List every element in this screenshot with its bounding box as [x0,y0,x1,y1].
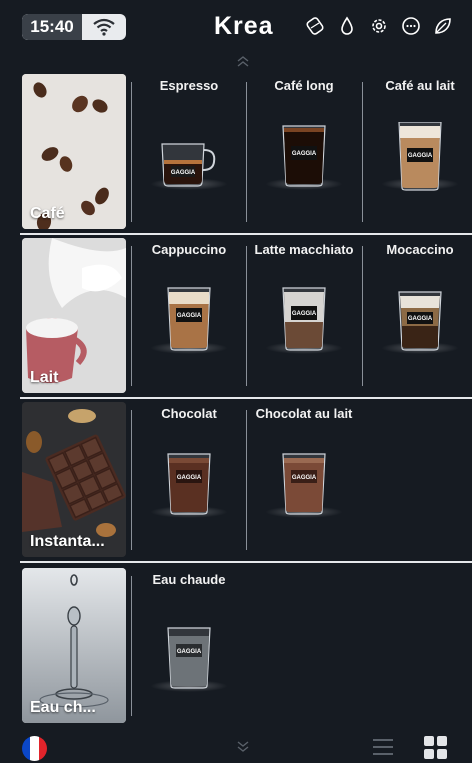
leaf-icon[interactable] [431,14,455,38]
grid-view-icon[interactable] [424,736,447,759]
category-label: Lait [30,369,59,386]
chat-bubble-icon[interactable] [399,14,423,38]
cappuccino-glass-icon: GAGGIA [165,286,213,357]
column-separator [362,82,363,222]
cup-brand-text: GAGGIA [292,475,317,481]
black-coffee-glass-icon: GAGGIA [280,122,328,193]
espresso-glass-icon: GAGGIA [158,122,220,193]
cup-brand-text: GAGGIA [408,153,433,159]
column-separator [131,246,132,386]
drink-tile-latte-macchiato[interactable]: Latte macchiato GAGGIA [248,238,360,393]
list-view-icon[interactable] [372,736,394,758]
clock-time: 15:40 [22,14,82,40]
column-separator [131,82,132,222]
row-divider [20,561,472,563]
scroll-down-chevron-icon[interactable] [236,740,250,754]
drink-tile-cafe-au-lait[interactable]: Café au lait GAGGIA [364,74,472,229]
drink-name: Espresso [159,78,219,93]
chocolate-glass-icon: GAGGIA [165,450,213,521]
milk-chocolate-glass-icon: GAGGIA [280,450,328,521]
column-separator [246,82,247,222]
column-separator [362,246,363,386]
category-card-instantanes[interactable]: Instanta... [22,402,126,557]
drink-tile-cappuccino[interactable]: Cappuccino GAGGIA [133,238,245,393]
row-divider [20,233,472,235]
france-flag-icon[interactable] [22,736,47,761]
milk-coffee-glass-icon: GAGGIA [396,121,444,197]
mocaccino-glass-icon: GAGGIA [396,286,444,357]
cup-brand-text: GAGGIA [408,316,433,322]
top-bar: 15:40 Krea [0,0,472,52]
grid-cell [437,749,447,759]
drink-tile-eau-chaude[interactable]: Eau chaude GAGGIA [133,568,245,723]
category-card-eau-chaude[interactable]: Eau ch... [22,568,126,723]
category-card-lait[interactable]: Lait [22,238,126,393]
column-separator [131,576,132,716]
top-icon-toolbar [303,14,455,38]
cup-brand-text: GAGGIA [292,311,317,317]
cup-brand-text: GAGGIA [177,649,202,655]
coffee-beans-icon[interactable] [303,14,327,38]
cup-brand-text: GAGGIA [171,170,196,176]
cup-brand-text: GAGGIA [177,313,202,319]
flag-red-stripe [38,736,47,761]
drink-name: Eau chaude [152,572,226,587]
cup-brand-text: GAGGIA [177,475,202,481]
grid-cell [424,736,434,746]
water-drop-icon[interactable] [335,14,359,38]
scroll-up-chevron-icon[interactable] [236,54,250,68]
category-row-eau-chaude: Eau ch... Eau chaude GAGGIA [20,568,472,726]
drink-name: Café long [274,78,334,93]
category-row-lait: Lait Cappuccino GAGGIA Latte macchiato G… [20,238,472,396]
category-card-cafe[interactable]: Café [22,74,126,229]
latte-glass-icon: GAGGIA [280,286,328,357]
drink-name: Latte macchiato [254,242,354,257]
drink-tile-espresso[interactable]: Espresso GAGGIA [133,74,245,229]
drink-tile-chocolat[interactable]: Chocolat GAGGIA [133,402,245,557]
drink-name: Café au lait [385,78,455,93]
drink-name: Chocolat au lait [255,406,353,421]
column-separator [246,410,247,550]
category-label: Café [30,205,65,222]
brand-logo: Krea [214,12,274,40]
drink-tile-cafe-long[interactable]: Café long GAGGIA [248,74,360,229]
drink-tile-chocolat-au-lait[interactable]: Chocolat au lait GAGGIA [248,402,360,557]
grid-cell [424,749,434,759]
hot-water-glass-icon: GAGGIA [165,624,213,695]
status-pill: 15:40 [22,14,126,40]
flag-blue-stripe [22,736,31,761]
drink-tile-mocaccino[interactable]: Mocaccino GAGGIA [364,238,472,393]
category-row-cafe: Café Espresso GAGGIA Café long GAGGIA Ca… [20,74,472,232]
column-separator [246,246,247,386]
drink-name: Cappuccino [151,242,227,257]
wifi-icon [82,14,126,40]
cup-brand-text: GAGGIA [292,151,317,157]
drink-name: Chocolat [161,406,217,421]
category-label: Instanta... [30,533,105,550]
column-separator [131,410,132,550]
drink-name: Mocaccino [386,242,454,257]
settings-gear-icon[interactable] [367,14,391,38]
category-label: Eau ch... [30,699,96,716]
grid-cell [437,736,447,746]
row-divider [20,397,472,399]
flag-white-stripe [30,736,39,761]
category-row-instantanes: Instanta... Chocolat GAGGIA Chocolat au … [20,402,472,560]
